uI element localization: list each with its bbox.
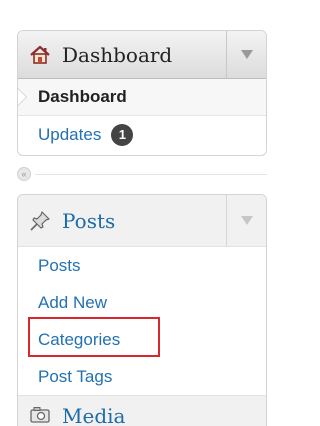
admin-sidebar: Dashboard Dashboard Updates 1 « Posts Po… [0, 0, 280, 426]
chevron-down-icon [240, 216, 253, 225]
current-indicator-icon [18, 88, 26, 106]
collapse-menu: « [17, 167, 267, 181]
submenu-item-dashboard[interactable]: Dashboard [18, 79, 266, 116]
submenu-item-label: Add New [38, 292, 107, 312]
submenu-item-posts[interactable]: Posts [18, 247, 266, 284]
posts-submenu: Posts Add New Categories Post Tags [18, 247, 266, 395]
chevron-down-icon [240, 50, 253, 59]
camera-icon [26, 404, 54, 426]
dashboard-menu-title: Dashboard [62, 42, 173, 67]
collapse-icon[interactable]: « [17, 167, 31, 181]
posts-menu-toggle[interactable] [226, 195, 266, 246]
posts-menu-title: Posts [62, 208, 116, 233]
home-icon [26, 41, 54, 69]
submenu-item-label: Dashboard [38, 87, 127, 106]
dashboard-menu-header[interactable]: Dashboard [18, 31, 266, 79]
submenu-item-label: Post Tags [38, 366, 113, 386]
submenu-item-label: Categories [38, 329, 121, 349]
submenu-item-label: Posts [38, 255, 81, 275]
media-menu-header[interactable]: Media [18, 395, 266, 426]
submenu-item-categories[interactable]: Categories [18, 321, 266, 358]
separator [35, 173, 267, 175]
submenu-item-updates[interactable]: Updates 1 [18, 116, 266, 153]
media-menu-title: Media [62, 404, 126, 426]
posts-menu: Posts Posts Add New Categories Post Tags [17, 194, 267, 426]
posts-menu-header[interactable]: Posts [18, 195, 266, 247]
dashboard-submenu: Dashboard Updates 1 [18, 79, 266, 153]
submenu-item-label: Updates [38, 124, 102, 144]
dashboard-menu-toggle[interactable] [226, 31, 266, 78]
submenu-item-post-tags[interactable]: Post Tags [18, 358, 266, 395]
dashboard-menu: Dashboard Dashboard Updates 1 [17, 30, 267, 156]
submenu-item-add-new[interactable]: Add New [18, 284, 266, 321]
update-count-badge: 1 [111, 123, 134, 146]
pushpin-icon [26, 207, 54, 235]
